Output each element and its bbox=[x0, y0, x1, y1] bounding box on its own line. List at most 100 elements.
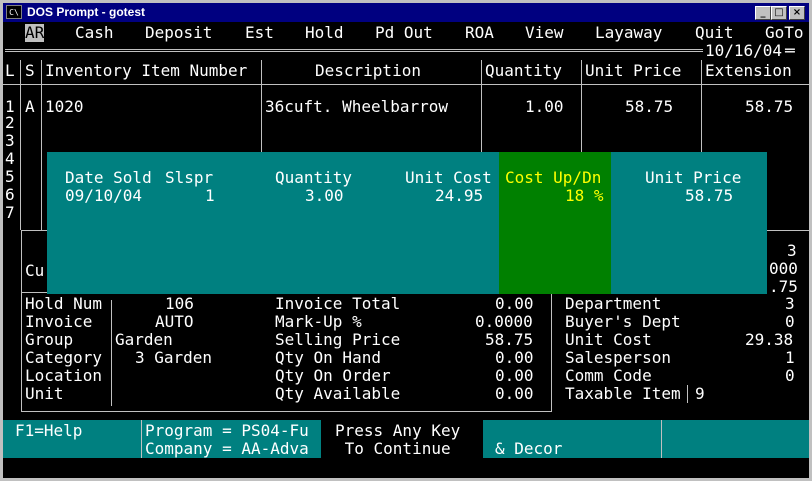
status-divider bbox=[141, 420, 142, 458]
salesperson-label: Salesperson bbox=[565, 348, 671, 367]
invoice-total-label: Invoice Total bbox=[275, 294, 401, 313]
row-status: A bbox=[25, 97, 35, 116]
header-extension: Extension bbox=[705, 61, 792, 80]
popup-header-slspr: Slspr bbox=[165, 168, 214, 187]
line-number: 7 bbox=[5, 203, 15, 222]
popup-header-quantity: Quantity bbox=[275, 168, 353, 187]
qty-on-order-value: 0.00 bbox=[495, 366, 534, 385]
row-extension: 58.75 bbox=[745, 97, 794, 116]
taxable-divider bbox=[687, 385, 688, 403]
date-trailing-border: ═ bbox=[785, 41, 795, 60]
department-value: 3 bbox=[785, 294, 795, 313]
hold-num-label: Hold Num bbox=[25, 294, 103, 313]
menu-item-layaway[interactable]: Layaway bbox=[595, 24, 662, 42]
grid-col-divider bbox=[41, 60, 42, 230]
invoice-label: Invoice bbox=[25, 312, 93, 331]
popup-quantity: 3.00 bbox=[305, 186, 344, 205]
status-bar: F1=Help Program = PS04-Fu Company = AA-A… bbox=[3, 420, 809, 458]
current-date: 10/16/04 bbox=[705, 41, 783, 60]
maximize-icon[interactable]: □ bbox=[771, 6, 787, 20]
line-number: 6 bbox=[5, 185, 15, 204]
line-number: 3 bbox=[5, 131, 15, 150]
row-description[interactable]: 36cuft. Wheelbarrow bbox=[265, 98, 448, 116]
taxable-item-value: 9 bbox=[695, 384, 705, 403]
sales-history-popup: Date Sold Slspr Quantity Unit Cost Cost … bbox=[47, 152, 767, 294]
popup-unit-price: 58.75 bbox=[685, 186, 734, 205]
popup-header-unit-cost: Unit Cost bbox=[405, 168, 492, 187]
dos-screen[interactable]: AR Cash Deposit Est Hold Pd Out ROA View… bbox=[3, 22, 809, 478]
row-unit-price[interactable]: 58.75 bbox=[625, 98, 673, 116]
status-extra: & Decor bbox=[495, 439, 563, 458]
popup-header-cost-updn: Cost Up/Dn bbox=[505, 168, 602, 187]
details-col-divider bbox=[111, 300, 112, 406]
row-item-number[interactable]: 1020 bbox=[45, 98, 84, 116]
details-frame-bottom bbox=[21, 411, 551, 412]
comm-code-label: Comm Code bbox=[565, 366, 652, 385]
unit-label: Unit bbox=[25, 384, 64, 403]
department-label: Department bbox=[565, 294, 662, 313]
menu-item-ar[interactable]: AR bbox=[25, 24, 45, 42]
partial-label: Cu bbox=[25, 261, 45, 280]
popup-header-date-sold: Date Sold bbox=[65, 168, 152, 187]
grid-col-divider bbox=[20, 60, 21, 230]
header-status: S bbox=[25, 61, 35, 80]
line-number: 4 bbox=[5, 149, 15, 168]
header-divider bbox=[3, 84, 809, 85]
partial-value: 000 bbox=[769, 259, 798, 278]
popup-slspr: 1 bbox=[205, 186, 215, 205]
comm-code-value: 0 bbox=[785, 366, 795, 385]
header-quantity: Quantity bbox=[485, 61, 563, 80]
title-bar[interactable]: C\ DOS Prompt - gotest _ □ × bbox=[3, 3, 809, 22]
window-title: DOS Prompt - gotest bbox=[27, 5, 146, 19]
menu-item-deposit[interactable]: Deposit bbox=[145, 24, 212, 42]
group-value: Garden bbox=[115, 330, 173, 349]
window-frame: C\ DOS Prompt - gotest _ □ × AR Cash Dep… bbox=[0, 0, 812, 481]
menu-item-pd-out[interactable]: Pd Out bbox=[375, 24, 433, 42]
selling-price-label: Selling Price bbox=[275, 330, 401, 349]
line-number: 5 bbox=[5, 167, 15, 186]
header-item-number: Inventory Item Number bbox=[45, 61, 248, 80]
selling-price-value: 58.75 bbox=[485, 330, 534, 349]
unit-cost-value: 29.38 bbox=[745, 330, 794, 349]
menu-item-cash[interactable]: Cash bbox=[75, 24, 114, 42]
row-quantity[interactable]: 1.00 bbox=[525, 98, 564, 116]
salesperson-value: 1 bbox=[785, 348, 795, 367]
taxable-item-label: Taxable Item bbox=[565, 384, 681, 403]
company-info: Company = AA-Adva bbox=[145, 439, 309, 458]
minimize-icon[interactable]: _ bbox=[755, 6, 771, 20]
header-description: Description bbox=[315, 61, 421, 80]
markup-label: Mark-Up % bbox=[275, 312, 362, 331]
menu-item-est[interactable]: Est bbox=[245, 24, 274, 42]
qty-on-hand-value: 0.00 bbox=[495, 348, 534, 367]
popup-cost-updn: 18 % bbox=[565, 186, 604, 205]
menu-item-hold[interactable]: Hold bbox=[305, 24, 344, 42]
menu-divider bbox=[5, 49, 703, 52]
menu-item-goto[interactable]: GoTo bbox=[765, 24, 804, 42]
popup-header-unit-price: Unit Price bbox=[645, 168, 742, 187]
category-value: 3 Garden bbox=[135, 348, 213, 367]
program-info: Program = PS04-Fu bbox=[145, 421, 309, 440]
help-hint[interactable]: F1=Help bbox=[15, 422, 82, 440]
qty-on-order-label: Qty On Order bbox=[275, 366, 391, 385]
menu-item-quit[interactable]: Quit bbox=[695, 24, 734, 42]
menu-item-view[interactable]: View bbox=[525, 24, 564, 42]
partial-value: 3 bbox=[787, 241, 797, 260]
press-any-key-text: Press Any Key bbox=[335, 421, 461, 440]
header-line: L bbox=[5, 61, 15, 80]
menu-item-roa[interactable]: ROA bbox=[465, 24, 494, 42]
markup-value: 0.0000 bbox=[475, 312, 533, 331]
details-frame-left bbox=[21, 230, 22, 412]
buyers-dept-value: 0 bbox=[785, 312, 795, 331]
header-unit-price: Unit Price bbox=[585, 61, 682, 80]
hold-num-value: 106 bbox=[165, 294, 194, 313]
dos-app-icon[interactable]: C\ bbox=[6, 5, 22, 19]
popup-date-sold[interactable]: 09/10/04 bbox=[65, 187, 142, 205]
location-label: Location bbox=[25, 366, 103, 385]
unit-cost-label: Unit Cost bbox=[565, 330, 652, 349]
qty-on-hand-label: Qty On Hand bbox=[275, 348, 381, 367]
line-number: 2 bbox=[5, 113, 15, 132]
close-icon[interactable]: × bbox=[789, 6, 805, 20]
qty-available-label: Qty Available bbox=[275, 384, 401, 403]
to-continue-text: To Continue bbox=[335, 439, 451, 458]
qty-available-value: 0.00 bbox=[495, 384, 534, 403]
